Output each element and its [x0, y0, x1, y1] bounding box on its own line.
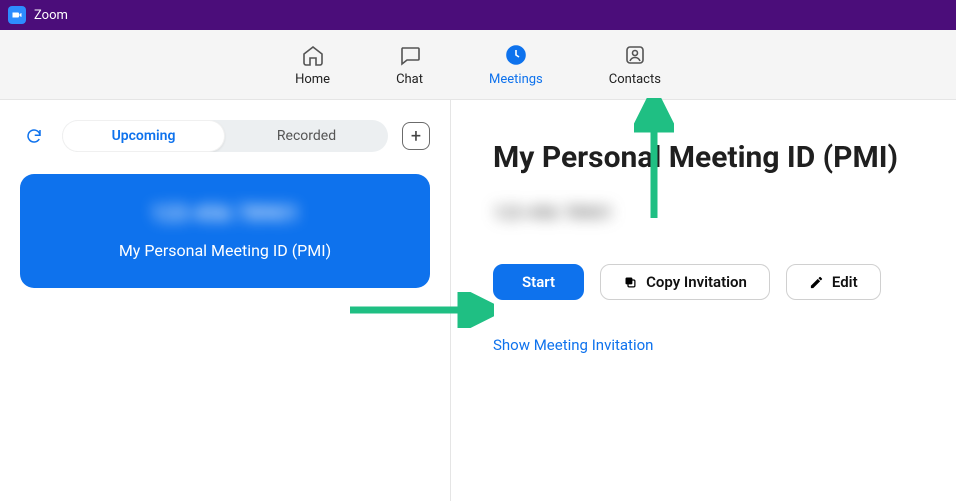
pmi-card-label: My Personal Meeting ID (PMI): [44, 241, 406, 260]
pmi-card[interactable]: 123 456 78901 My Personal Meeting ID (PM…: [20, 174, 430, 288]
window-titlebar: Zoom: [0, 0, 956, 30]
refresh-button[interactable]: [20, 122, 48, 150]
contacts-icon: [622, 42, 648, 68]
app-title: Zoom: [34, 8, 68, 23]
nav-home-label: Home: [295, 72, 330, 87]
nav-meetings-label: Meetings: [489, 72, 543, 87]
edit-label: Edit: [832, 273, 858, 291]
nav-chat[interactable]: Chat: [388, 38, 431, 91]
meeting-title: My Personal Meeting ID (PMI): [493, 140, 926, 175]
meeting-detail: My Personal Meeting ID (PMI) 123 456 789…: [451, 100, 956, 501]
chat-icon: [397, 42, 423, 68]
action-buttons: Start Copy Invitation Edit: [493, 264, 926, 300]
nav-contacts[interactable]: Contacts: [601, 38, 669, 91]
copy-invitation-label: Copy Invitation: [646, 273, 747, 291]
nav-meetings[interactable]: Meetings: [481, 38, 551, 91]
pmi-card-id: 123 456 78901: [44, 202, 406, 227]
clock-icon: [503, 42, 529, 68]
nav-contacts-label: Contacts: [609, 72, 661, 87]
plus-icon: +: [411, 126, 421, 147]
copy-invitation-button[interactable]: Copy Invitation: [600, 264, 770, 300]
pencil-icon: [809, 275, 824, 290]
show-invitation-link[interactable]: Show Meeting Invitation: [493, 336, 926, 354]
nav-home[interactable]: Home: [287, 38, 338, 91]
zoom-app-icon: [8, 6, 26, 24]
meeting-id-value: 123 456 78901: [493, 203, 613, 224]
edit-button[interactable]: Edit: [786, 264, 881, 300]
tab-recorded[interactable]: Recorded: [225, 120, 388, 152]
meetings-sidebar: Upcoming Recorded + 123 456 78901 My Per…: [0, 100, 451, 501]
top-navbar: Home Chat Meetings Contacts: [0, 30, 956, 100]
sidebar-tabs: Upcoming Recorded: [62, 120, 388, 152]
home-icon: [300, 42, 326, 68]
nav-chat-label: Chat: [396, 72, 423, 87]
tab-upcoming[interactable]: Upcoming: [62, 120, 225, 152]
copy-icon: [623, 275, 638, 290]
refresh-icon: [25, 127, 43, 145]
add-meeting-button[interactable]: +: [402, 122, 430, 150]
start-button[interactable]: Start: [493, 264, 584, 300]
